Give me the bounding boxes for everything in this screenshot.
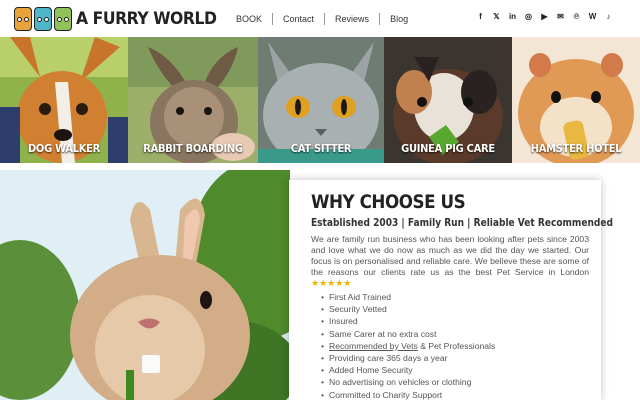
site-header: A FURRY WORLD BOOK Contact Reviews Blog … <box>0 0 640 36</box>
nav-book[interactable]: BOOK <box>236 14 272 24</box>
logo-pets-icon <box>14 7 72 31</box>
list-item: Added Home Security <box>321 364 589 376</box>
brand-logo[interactable]: A FURRY WORLD <box>14 4 229 34</box>
nav-blog[interactable]: Blog <box>380 14 418 24</box>
list-item: Insured <box>321 315 589 327</box>
email-icon[interactable]: ✉ <box>556 12 565 22</box>
list-item: Committed to Charity Support <box>321 389 589 400</box>
hero-rabbit-image <box>0 170 290 400</box>
rating-stars-icon: ★★★★★ <box>311 278 352 288</box>
tile-label: DOG WALKER <box>27 142 100 155</box>
facebook-icon[interactable]: f <box>476 12 485 22</box>
service-tiles: DOG WALKER RABBIT BOARDING CAT SITTER GU… <box>0 37 640 163</box>
x-twitter-icon[interactable]: 𝕏 <box>492 12 501 22</box>
why-title: WHY CHOOSE US <box>311 191 466 213</box>
brand-name: A FURRY WORLD <box>76 9 217 29</box>
linkedin-icon[interactable]: in <box>508 12 517 22</box>
why-body-text: We are family run business who has been … <box>311 234 589 277</box>
why-body: We are family run business who has been … <box>311 234 589 289</box>
w-icon[interactable]: W <box>588 12 597 22</box>
tile-rabbit-boarding[interactable]: RABBIT BOARDING <box>128 37 258 163</box>
why-bullet-list: First Aid Trained Security Vetted Insure… <box>311 291 589 400</box>
recommended-by-vets-link[interactable]: Recommended by Vets <box>329 341 418 351</box>
list-item: First Aid Trained <box>321 291 589 303</box>
tile-label: CAT SITTER <box>290 142 352 155</box>
pinterest-icon[interactable]: ℗ <box>572 12 581 22</box>
tile-dog-walker[interactable]: DOG WALKER <box>0 37 128 163</box>
list-item: No advertising on vehicles or clothing <box>321 376 589 388</box>
social-links: f 𝕏 in ◎ ▶ ✉ ℗ W ♪ <box>476 12 613 22</box>
tile-label: GUINEA PIG CARE <box>401 142 495 155</box>
tile-label: HAMSTER HOTEL <box>530 142 622 155</box>
page: A FURRY WORLD BOOK Contact Reviews Blog … <box>0 0 640 400</box>
tile-hamster-hotel[interactable]: HAMSTER HOTEL <box>512 37 640 163</box>
tiktok-icon[interactable]: ♪ <box>604 12 613 22</box>
main-nav: BOOK Contact Reviews Blog <box>236 13 418 25</box>
tile-label: RABBIT BOARDING <box>143 142 243 155</box>
list-item: Security Vetted <box>321 303 589 315</box>
rabbit-closeup-photo <box>0 170 290 400</box>
instagram-icon[interactable]: ◎ <box>524 12 533 22</box>
list-item-vets: Recommended by Vets & Pet Professionals <box>321 340 589 352</box>
nav-contact[interactable]: Contact <box>273 14 324 24</box>
nav-reviews[interactable]: Reviews <box>325 14 379 24</box>
vets-suffix: & Pet Professionals <box>417 340 496 351</box>
list-item: Same Carer at no extra cost <box>321 328 589 340</box>
why-subtitle: Established 2003 | Family Run | Reliable… <box>311 217 613 229</box>
why-choose-us-card: WHY CHOOSE US Established 2003 | Family … <box>289 180 613 400</box>
tile-cat-sitter[interactable]: CAT SITTER <box>258 37 384 163</box>
tile-guinea-pig-care[interactable]: GUINEA PIG CARE <box>384 37 512 163</box>
youtube-icon[interactable]: ▶ <box>540 12 549 22</box>
list-item: Providing care 365 days a year <box>321 352 589 364</box>
